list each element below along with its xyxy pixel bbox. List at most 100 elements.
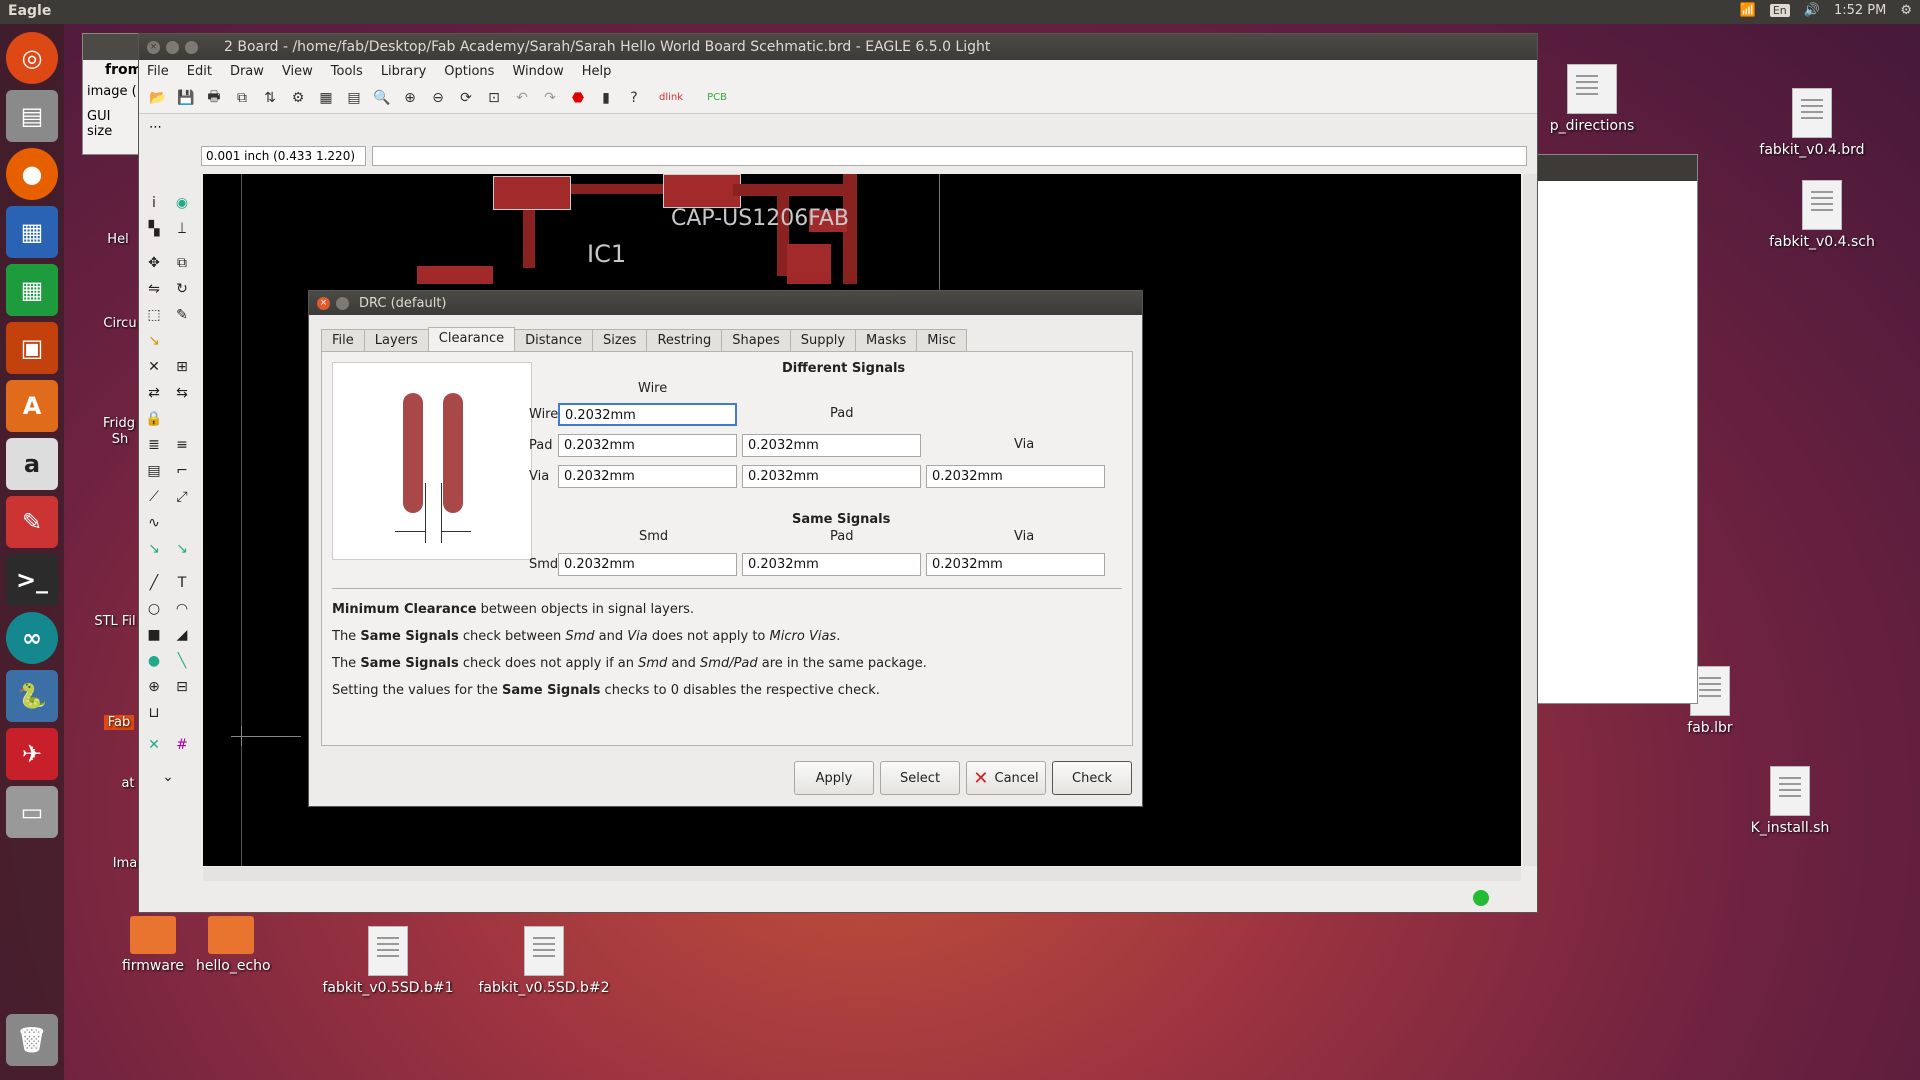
miter-icon[interactable]: ⌐ [171, 460, 193, 482]
board-switch-icon[interactable]: ⇅ [259, 87, 281, 109]
stop-icon[interactable]: ⬣ [567, 87, 589, 109]
menu-help[interactable]: Help [582, 64, 612, 79]
terminal-icon[interactable]: >_ [6, 554, 58, 606]
desktop-file-icon[interactable]: fabkit_v0.4.brd [1752, 88, 1872, 158]
tab-misc[interactable]: Misc [916, 329, 968, 351]
tab-supply[interactable]: Supply [789, 329, 857, 351]
show-icon[interactable]: ◉ [171, 192, 193, 214]
tab-masks[interactable]: Masks [855, 329, 918, 351]
via-icon[interactable]: ● [143, 650, 165, 672]
pad-wire-clearance-input[interactable]: 0.2032mm [558, 434, 737, 457]
select-button[interactable]: Select [880, 761, 960, 795]
zoom-select-icon[interactable]: ⊡ [483, 87, 505, 109]
drive-icon[interactable]: ▭ [6, 786, 58, 838]
wifi-icon[interactable]: 📶 [1740, 3, 1756, 18]
name-icon[interactable]: ≡ [171, 434, 193, 456]
mark-icon[interactable]: ⟘ [171, 218, 193, 240]
amazon-icon[interactable]: a [6, 438, 58, 490]
open-icon[interactable]: 📂 [147, 87, 169, 109]
dash-icon[interactable]: ◎ [6, 32, 58, 84]
go-icon[interactable]: ▮ [595, 87, 617, 109]
wire-icon[interactable]: ╱ [143, 572, 165, 594]
undo-icon[interactable]: ↶ [511, 87, 533, 109]
menu-tools[interactable]: Tools [331, 64, 363, 79]
delete-icon[interactable]: ✕ [143, 356, 165, 378]
layer-settings-icon[interactable]: ▤ [343, 87, 365, 109]
menu-library[interactable]: Library [381, 64, 426, 79]
change-icon[interactable]: ✎ [171, 304, 193, 326]
text-icon[interactable]: T [171, 572, 193, 594]
calc-icon[interactable]: ▦ [6, 264, 58, 316]
auto-router-icon[interactable]: # [171, 734, 193, 756]
arc-icon[interactable]: ◠ [171, 598, 193, 620]
menu-edit[interactable]: Edit [187, 64, 212, 79]
menu-file[interactable]: File [147, 64, 169, 79]
vertical-scrollbar[interactable] [1523, 174, 1537, 866]
help-icon[interactable]: ? [623, 87, 645, 109]
volume-icon[interactable]: 🔊 [1804, 3, 1820, 18]
impress-icon[interactable]: ▣ [6, 322, 58, 374]
close-icon[interactable]: × [147, 40, 160, 54]
eagle-icon[interactable]: ✈ [6, 728, 58, 780]
copy-icon[interactable]: ⧉ [171, 252, 193, 274]
tab-file[interactable]: File [321, 329, 365, 351]
horizontal-scrollbar[interactable] [203, 867, 1521, 881]
menu-draw[interactable]: Draw [230, 64, 264, 79]
redraw-icon[interactable]: ⟳ [455, 87, 477, 109]
lock-icon[interactable]: 🔒 [143, 408, 165, 430]
firefox-icon[interactable]: ● [6, 148, 58, 200]
print-icon[interactable]: 🖶 [203, 87, 225, 109]
grid-icon[interactable]: ⋯ [149, 120, 169, 140]
hole-icon[interactable]: ⊕ [143, 676, 165, 698]
smd-smd-clearance-input[interactable]: 0.2032mm [558, 553, 737, 576]
zoom-in-icon[interactable]: ⊕ [399, 87, 421, 109]
redo-icon[interactable]: ↷ [539, 87, 561, 109]
ulp-icon[interactable]: ▦ [315, 87, 337, 109]
zoom-fit-icon[interactable]: 🔍 [371, 87, 393, 109]
meander-icon[interactable]: ∿ [143, 512, 165, 534]
rect-icon[interactable]: ■ [143, 624, 165, 646]
ratsnest-icon[interactable]: ✕ [143, 734, 165, 756]
trash-icon[interactable]: 🗑 [6, 1014, 58, 1066]
group-icon[interactable]: ⬚ [143, 304, 165, 326]
route-icon[interactable]: ↘ [143, 538, 165, 560]
pad-pad-clearance-input[interactable]: 0.2032mm [742, 434, 921, 457]
window-titlebar[interactable]: × 2 Board - /home/fab/Desktop/Fab Academ… [139, 34, 1537, 60]
tab-sizes[interactable]: Sizes [592, 329, 648, 351]
settings-icon[interactable]: ✎ [6, 496, 58, 548]
desktop-file-icon[interactable]: K_install.sh [1740, 766, 1840, 836]
display-icon[interactable]: ▚ [143, 218, 165, 240]
circle-icon[interactable]: ○ [143, 598, 165, 620]
dialog-titlebar[interactable]: × DRC (default) [309, 291, 1142, 315]
info-icon[interactable]: i [143, 192, 165, 214]
smd-pad-clearance-input[interactable]: 0.2032mm [742, 553, 921, 576]
close-icon[interactable]: × [317, 296, 330, 310]
desktop-file-icon[interactable]: fabkit_v0.5SD.b#2 [474, 926, 614, 996]
software-center-icon[interactable]: A [6, 380, 58, 432]
smd-via-clearance-input[interactable]: 0.2032mm [926, 553, 1105, 576]
signal-icon[interactable]: ╲ [171, 650, 193, 672]
keyboard-layout-indicator[interactable]: En [1769, 4, 1790, 17]
cam-icon[interactable]: ⧉ [231, 87, 253, 109]
gear-icon[interactable]: ⚙ [1900, 3, 1912, 18]
check-button[interactable]: Check [1052, 761, 1132, 795]
menu-window[interactable]: Window [512, 64, 563, 79]
desktop-folder-icon[interactable]: hello_echo [196, 916, 271, 974]
minimize-icon[interactable] [336, 296, 349, 310]
paste-icon[interactable]: ↘ [143, 330, 165, 352]
writer-icon[interactable]: ▦ [6, 206, 58, 258]
move-icon[interactable]: ✥ [143, 252, 165, 274]
pcb-quote-icon[interactable]: PCB [697, 87, 737, 109]
design-link-icon[interactable]: dlink [651, 87, 691, 109]
desktop-folder-icon[interactable]: firmware [118, 916, 188, 974]
ripup-icon[interactable]: ↘ [171, 538, 193, 560]
rotate-icon[interactable]: ↻ [171, 278, 193, 300]
dimension-icon[interactable]: ⊔ [143, 702, 165, 724]
via-via-clearance-input[interactable]: 0.2032mm [926, 465, 1105, 488]
clock[interactable]: 1:52 PM [1834, 3, 1886, 18]
background-window[interactable]: from image ( GUI size [82, 33, 142, 155]
value-icon[interactable]: ▤ [143, 460, 165, 482]
mirror-icon[interactable]: ⇋ [143, 278, 165, 300]
desktop-file-icon[interactable]: fabkit_v0.4.sch [1762, 180, 1882, 250]
pinswap-icon[interactable]: ⇄ [143, 382, 165, 404]
